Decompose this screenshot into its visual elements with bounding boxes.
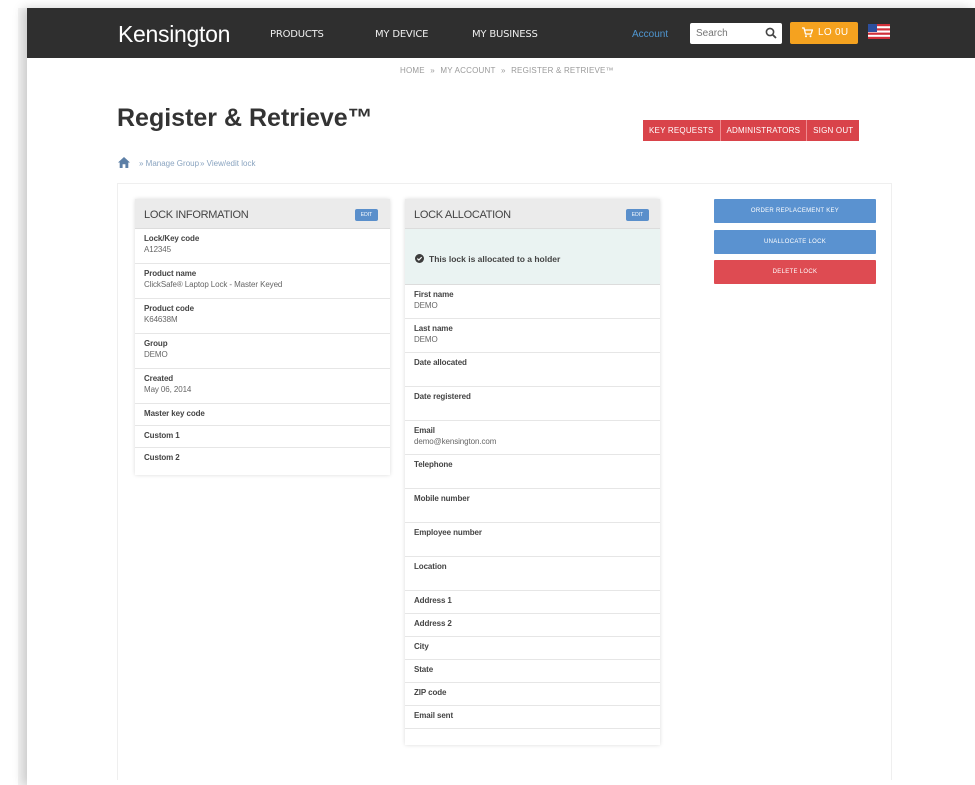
info-row: Custom 1 [135,426,390,448]
administrators-button[interactable]: ADMINISTRATORS [720,120,808,141]
row-label: Mobile number [414,494,470,503]
row-label: Address 1 [414,596,452,605]
row-label: Address 2 [414,619,452,628]
crumb-home[interactable]: HOME [400,66,425,75]
breadcrumb-manage-group[interactable]: » Manage Group [139,159,199,168]
row-value: May 06, 2014 [144,385,192,394]
allocation-row: Address 1 [405,591,660,614]
allocation-row: ZIP code [405,683,660,706]
edit-lock-info-button[interactable]: EDIT [355,209,378,221]
row-value: DEMO [414,301,438,310]
row-label: Master key code [144,409,205,418]
breadcrumb-view-edit-lock: » View/edit lock [200,159,256,168]
unallocate-lock-button[interactable]: UNALLOCATE LOCK [714,230,876,254]
allocation-row: State [405,660,660,683]
crumb-separator: » [430,66,435,75]
row-label: Email [414,426,435,435]
info-row: Created May 06, 2014 [135,369,390,404]
row-label: Custom 1 [144,431,180,440]
allocation-row: Last name DEMO [405,319,660,353]
nav-my-device[interactable]: MY DEVICE [375,29,428,40]
search-icon[interactable] [764,26,778,40]
row-label: ZIP code [414,688,447,697]
allocation-row: Employee number [405,523,660,557]
panel-title: LOCK ALLOCATION [414,209,511,221]
panel-title: LOCK INFORMATION [144,209,249,221]
home-icon[interactable] [118,157,130,168]
row-label: Email sent [414,711,454,720]
row-label: First name [414,290,454,299]
info-row: Custom 2 [135,448,390,470]
allocation-row: Date allocated [405,353,660,387]
allocation-row: Email demo@kensington.com [405,421,660,455]
allocation-notice: This lock is allocated to a holder [405,229,660,285]
check-circle-icon [415,254,424,263]
kensington-logo[interactable]: Kensington [118,21,230,48]
row-label: Location [414,562,447,571]
info-row: Lock/Key code A12345 [135,229,390,264]
lock-allocation-panel: LOCK ALLOCATION EDIT This lock is alloca… [405,199,660,745]
info-row: Master key code [135,404,390,426]
order-replacement-key-button[interactable]: ORDER REPLACEMENT KEY [714,199,876,223]
row-label: Date registered [414,392,471,401]
account-actions: KEY REQUESTS ADMINISTRATORS SIGN OUT [643,120,860,141]
crumb-separator: » [500,66,506,75]
allocation-row: Address 2 [405,614,660,637]
info-row: Product code K64638M [135,299,390,334]
row-label: Product code [144,304,194,313]
lock-allocation-header: LOCK ALLOCATION EDIT [405,199,660,229]
info-row: Group DEMO [135,334,390,369]
row-label: Date allocated [414,358,467,367]
us-flag-icon[interactable] [868,24,890,39]
allocation-row: First name DEMO [405,285,660,319]
row-label: Created [144,374,174,383]
allocation-notice-text: This lock is allocated to a holder [429,254,561,264]
row-label: State [414,665,434,674]
cart-button[interactable]: LO 0U [790,22,858,44]
allocation-row: Location [405,557,660,591]
lock-information-header: LOCK INFORMATION EDIT [135,199,390,229]
row-label: Employee number [414,528,482,537]
nav-account[interactable]: Account [632,29,668,40]
row-value: DEMO [414,335,438,344]
row-label: Lock/Key code [144,234,200,243]
allocation-row: Telephone [405,455,660,489]
top-breadcrumb: HOME » MY ACCOUNT » REGISTER & RETRIEVE™ [400,66,617,75]
search-input[interactable] [696,26,760,41]
page-title: Register & Retrieve™ [117,104,373,132]
info-row: Product name ClickSafe® Laptop Lock - Ma… [135,264,390,299]
row-label: City [414,642,429,651]
row-label: Last name [414,324,453,333]
delete-lock-button[interactable]: DELETE LOCK [714,260,876,284]
row-label: Group [144,339,168,348]
allocation-row: Date registered [405,387,660,421]
lock-information-panel: LOCK INFORMATION EDIT Lock/Key code A123… [135,199,390,475]
row-value: K64638M [144,315,178,324]
key-requests-button[interactable]: KEY REQUESTS [643,120,721,141]
sign-out-button[interactable]: SIGN OUT [807,120,860,141]
row-label: Telephone [414,460,453,469]
allocation-row: Email sent [405,706,660,729]
search-box[interactable] [690,23,782,44]
nav-my-business[interactable]: MY BUSINESS [472,29,538,40]
row-value: DEMO [144,350,168,359]
crumb-my-account[interactable]: MY ACCOUNT [440,66,495,75]
allocation-row: Mobile number [405,489,660,523]
row-label: Product name [144,269,197,278]
allocation-row: City [405,637,660,660]
nav-products[interactable]: PRODUCTS [270,29,324,40]
row-label: Custom 2 [144,453,180,462]
crumb-current: REGISTER & RETRIEVE™ [511,66,614,75]
cart-icon [802,27,813,38]
cart-label: LO 0U [818,27,849,38]
row-value: A12345 [144,245,171,254]
edit-allocation-button[interactable]: EDIT [626,209,649,221]
row-value: demo@kensington.com [414,437,497,446]
row-value: ClickSafe® Laptop Lock - Master Keyed [144,280,283,289]
